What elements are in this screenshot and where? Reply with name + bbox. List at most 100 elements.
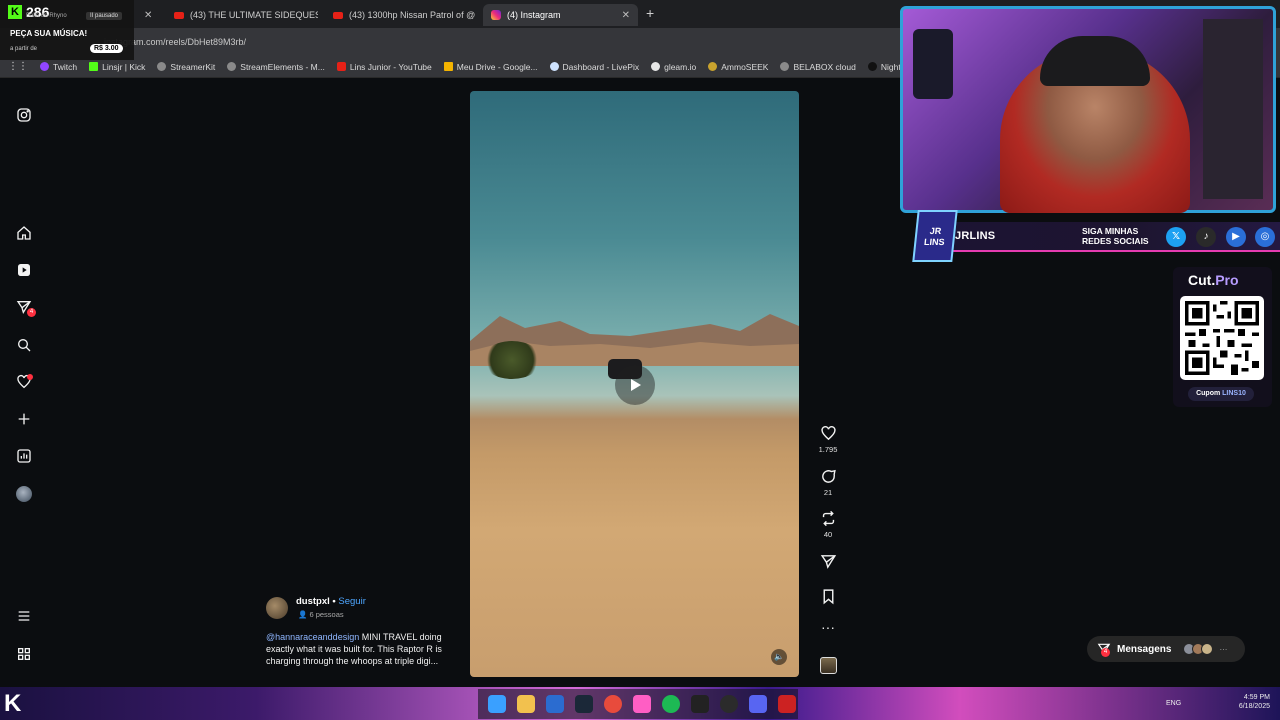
youtube-icon: ▶ — [1226, 227, 1246, 247]
author-username[interactable]: dustpxl — [296, 596, 330, 607]
repost-icon — [822, 510, 834, 527]
bookmark-label: Meu Drive - Google... — [456, 61, 538, 72]
kick-icon: K — [8, 5, 22, 19]
cutpro-brand-suffix: Pro — [1215, 272, 1239, 288]
tab-label: (4) Instagram — [507, 10, 561, 20]
bookmark-label: gleam.io — [664, 61, 697, 72]
save-button[interactable] — [814, 588, 842, 605]
repost-count: 40 — [823, 530, 833, 539]
bookmark-youtube[interactable]: Lins Junior - YouTube — [336, 62, 432, 72]
follow-button[interactable]: Seguir — [338, 596, 365, 607]
tab-close-kick[interactable]: ✕ — [136, 4, 160, 26]
bookmark-livepix[interactable]: Dashboard - LivePix — [549, 62, 639, 72]
qr-pattern — [1185, 301, 1259, 375]
spotify-icon[interactable] — [662, 695, 680, 713]
activity-dot — [27, 374, 33, 380]
comment-icon — [821, 469, 836, 483]
bookmark-label: AmmoSEEK — [721, 61, 769, 72]
cutpro-brand: Cut. — [1188, 272, 1216, 288]
globe-icon — [780, 62, 790, 71]
obs-icon[interactable] — [720, 695, 738, 713]
anchor-icon — [227, 62, 237, 71]
author-line: dustpxl • Seguir — [296, 596, 366, 607]
bookmark-kick[interactable]: Linsjr | Kick — [89, 62, 145, 72]
gleam-icon — [651, 62, 661, 71]
livepix-icon — [549, 62, 559, 71]
windows-start-icon[interactable] — [488, 695, 506, 713]
apps-icon[interactable]: ⋮⋮ — [8, 61, 28, 72]
cutpro-logo: Cut.Pro — [1188, 272, 1239, 288]
bookmark-google-drive[interactable]: Meu Drive - Google... — [443, 61, 538, 72]
create-icon[interactable] — [14, 409, 34, 429]
bookmark-streamerkit[interactable]: StreamerKit — [157, 62, 215, 72]
more-icon: ··· — [1219, 644, 1228, 654]
people-tag[interactable]: 👤 6 pessoas — [298, 610, 344, 619]
recording-icon[interactable] — [778, 695, 796, 713]
more-options-icon[interactable]: ··· — [814, 620, 842, 634]
tab-nissan-patrol[interactable]: (43) 1300hp Nissan Patrol of @ ✕ — [325, 4, 479, 26]
background-shape — [1203, 19, 1263, 199]
play-button[interactable] — [615, 365, 655, 405]
bookmark-twitch[interactable]: Twitch — [40, 62, 77, 72]
app-icon[interactable] — [633, 695, 651, 713]
coupon-code: LINS10 — [1222, 390, 1246, 397]
kick-icon — [89, 62, 99, 71]
tab-instagram[interactable]: (4) Instagram ✕ — [483, 4, 638, 26]
song-request-title: PEÇA SUA MÚSICA! — [10, 29, 88, 38]
youtube-icon — [174, 11, 184, 19]
steam-icon[interactable] — [575, 695, 593, 713]
globe-icon — [157, 62, 167, 71]
search-icon[interactable] — [14, 335, 34, 355]
like-count: 1.795 — [818, 445, 838, 454]
home-icon[interactable] — [14, 223, 34, 243]
dashboard-icon[interactable] — [14, 446, 34, 466]
messages-button[interactable]: Mensagens ··· — [1087, 636, 1245, 662]
bookmark-ammoseek[interactable]: AmmoSEEK — [708, 62, 768, 72]
instagram-logo-icon[interactable] — [14, 105, 34, 125]
close-icon[interactable]: ✕ — [144, 10, 152, 21]
person-icon: 👤 — [298, 610, 308, 619]
bookmark-streamelements[interactable]: StreamElements - M... — [227, 62, 325, 72]
file-explorer-icon[interactable] — [517, 695, 535, 713]
paused-badge: II pausado — [86, 12, 123, 20]
audio-thumbnail[interactable] — [814, 657, 842, 674]
clock-date: 6/18/2025 — [1238, 703, 1270, 710]
repost-button[interactable]: 40 — [814, 510, 842, 539]
messages-label: Mensagens — [1117, 643, 1172, 655]
heart-icon — [820, 426, 836, 441]
new-tab-button[interactable]: + — [646, 5, 654, 21]
tab-sidequest[interactable]: (43) THE ULTIMATE SIDEQUEST ✕ — [166, 4, 318, 26]
tiktok-icon: ♪ — [1196, 227, 1216, 247]
chrome-icon[interactable] — [604, 695, 622, 713]
caption-mention[interactable]: @hannaraceanddesign — [266, 632, 359, 642]
instagram-icon: ◎ — [1255, 227, 1275, 247]
bookmark-label: StreamerKit — [170, 61, 216, 72]
menu-icon[interactable] — [14, 606, 34, 626]
share-button[interactable] — [814, 553, 842, 570]
bookmark-icon — [823, 589, 833, 605]
people-count: 6 pessoas — [309, 610, 344, 619]
avatar — [1201, 643, 1214, 655]
logo-text: JR LINS — [923, 226, 946, 247]
system-clock[interactable]: 4:59 PM 6/18/2025 — [1160, 693, 1270, 711]
messages-badge: 4 — [1101, 648, 1110, 657]
close-icon[interactable]: ✕ — [622, 10, 630, 21]
profile-avatar[interactable] — [14, 484, 34, 504]
bookmark-gleam[interactable]: gleam.io — [651, 62, 696, 72]
mute-icon[interactable]: 🔈 — [771, 649, 787, 665]
shelf-shape — [913, 29, 953, 99]
comment-button[interactable]: 21 — [814, 468, 842, 497]
reel-caption[interactable]: @hannaraceanddesign MINI TRAVEL doing ex… — [266, 631, 456, 667]
edge-icon[interactable] — [546, 695, 564, 713]
terminal-icon[interactable] — [691, 695, 709, 713]
clock-time: 4:59 PM — [1243, 694, 1270, 701]
coupon-label: Cupom — [1196, 390, 1221, 397]
author-avatar[interactable] — [266, 597, 288, 619]
bookmark-belabox[interactable]: BELABOX cloud — [780, 62, 856, 72]
price-badge: R$ 3.00 — [90, 44, 123, 53]
reels-icon[interactable] — [14, 260, 34, 280]
share-icon — [820, 555, 836, 569]
discord-icon[interactable] — [749, 695, 767, 713]
more-apps-icon[interactable] — [14, 644, 34, 664]
like-button[interactable]: 1.795 — [814, 425, 842, 454]
